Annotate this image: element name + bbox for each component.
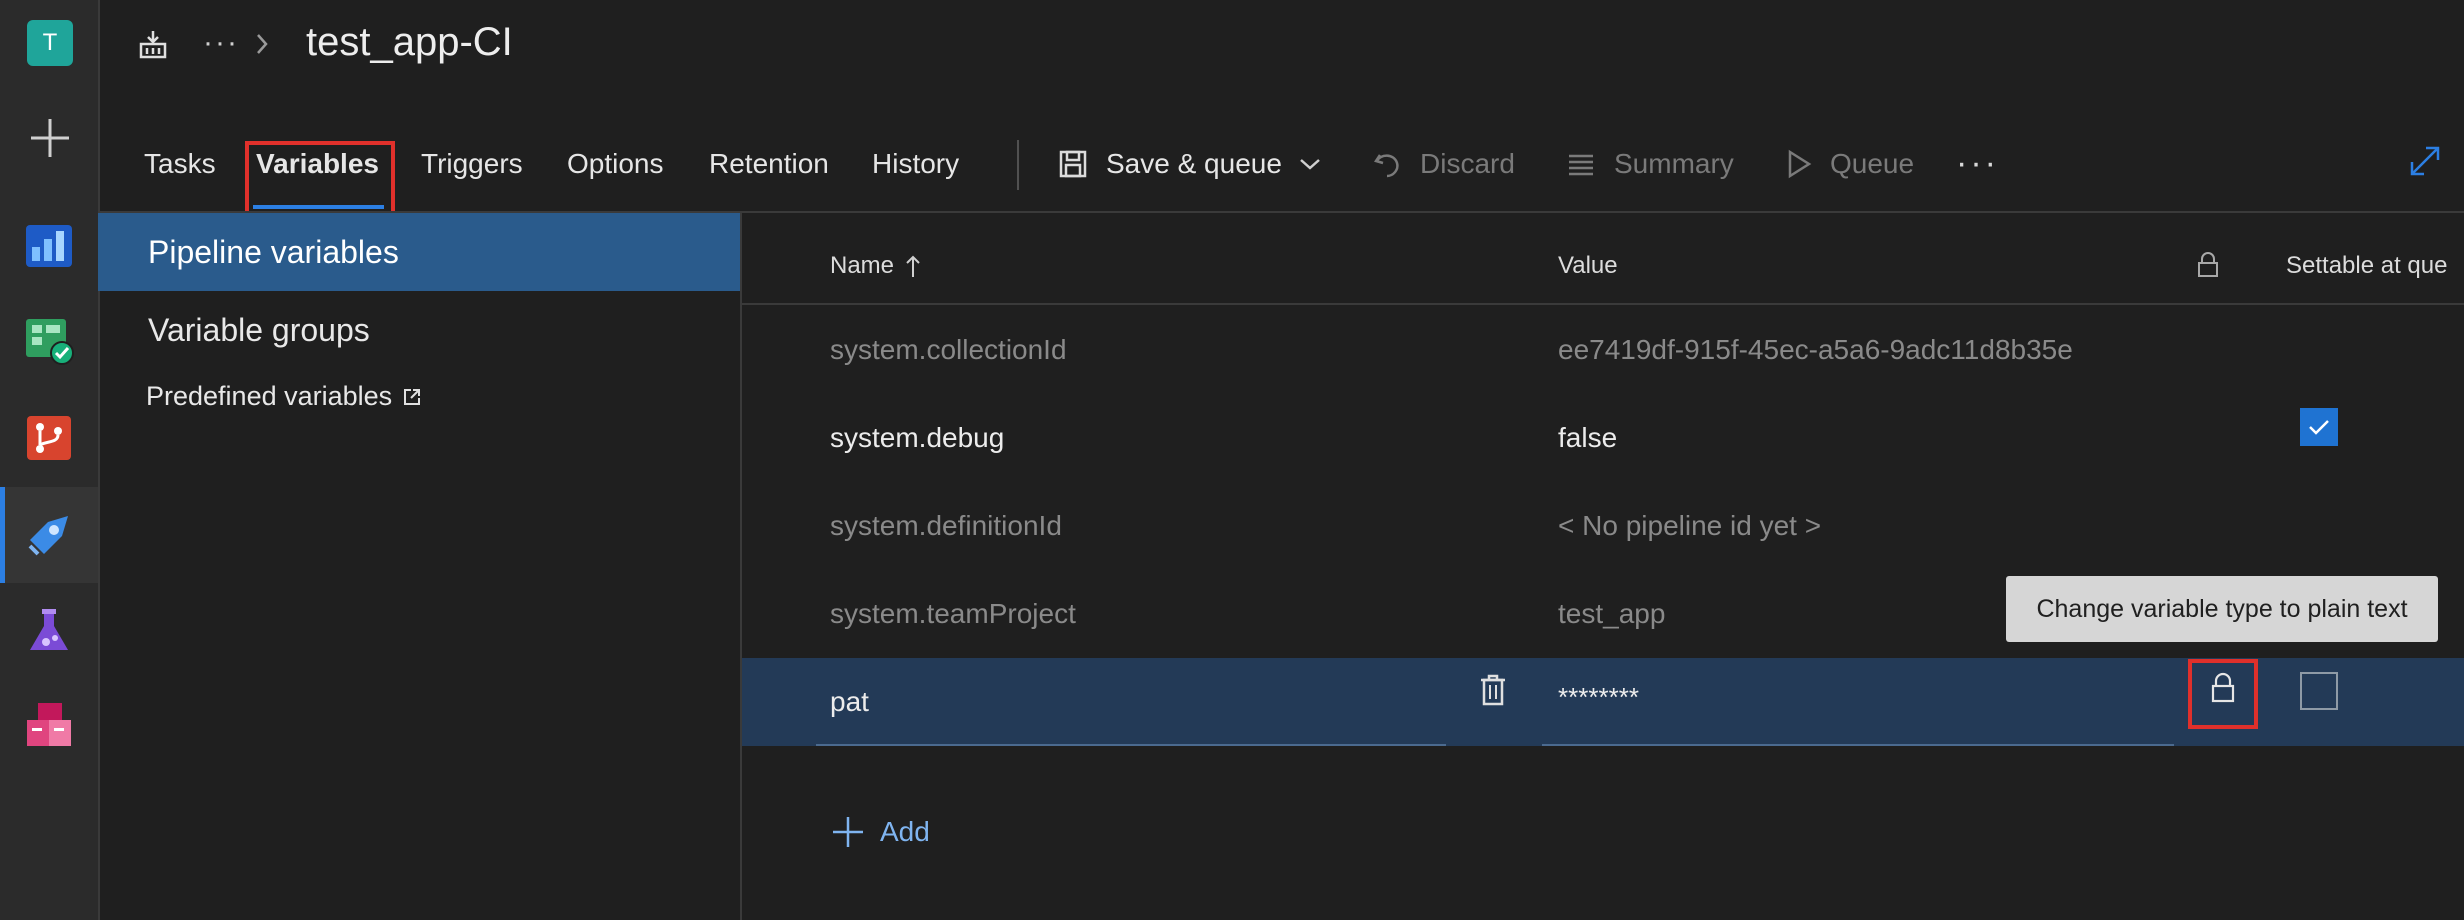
trash-icon[interactable] — [1478, 673, 1508, 707]
name-input-underline — [816, 744, 1446, 746]
save-queue-label: Save & queue — [1106, 148, 1282, 179]
row-value: < No pipeline id yet > — [1558, 510, 1822, 541]
column-header-settable: Settable at que — [2286, 252, 2448, 279]
predefined-variables-label: Predefined variables — [146, 381, 393, 411]
page-title: test_app-CI — [306, 20, 513, 64]
lock-tooltip: Change variable type to plain text — [2006, 576, 2438, 642]
chevron-right-icon — [257, 34, 268, 54]
row-value[interactable]: false — [1558, 422, 1617, 454]
nav-variable-groups-label: Variable groups — [148, 311, 370, 348]
tab-retention[interactable]: Retention — [709, 148, 829, 180]
discard-button[interactable]: Discard — [1372, 148, 1515, 180]
row-name: system.collectionId — [830, 334, 1067, 365]
boards-icon[interactable] — [0, 198, 98, 294]
pipelines-icon[interactable] — [0, 487, 98, 583]
settable-checkbox[interactable] — [2300, 672, 2338, 710]
play-icon — [1788, 149, 1812, 179]
lock-header-icon — [2198, 252, 2218, 277]
artifacts-icon[interactable] — [0, 677, 98, 773]
test-plans-flask-icon[interactable] — [0, 583, 98, 679]
summary-label: Summary — [1614, 148, 1734, 179]
nav-variable-groups[interactable]: Variable groups — [98, 291, 740, 369]
repos-icon[interactable] — [0, 390, 98, 486]
external-link-icon — [404, 388, 421, 405]
nav-pipeline-variables[interactable]: Pipeline variables — [98, 213, 740, 291]
plus-icon[interactable] — [25, 113, 75, 163]
predefined-variables-link[interactable]: Predefined variables — [146, 381, 422, 412]
expand-icon[interactable] — [2408, 144, 2442, 178]
more-actions-button[interactable]: ··· — [1956, 144, 1999, 183]
discard-label: Discard — [1420, 148, 1515, 179]
tab-options[interactable]: Options — [567, 148, 664, 180]
tab-triggers[interactable]: Triggers — [421, 148, 523, 180]
add-label: Add — [880, 816, 930, 847]
lock-highlight — [2188, 659, 2258, 729]
row-name: system.teamProject — [830, 598, 1076, 629]
summary-button[interactable]: Summary — [1566, 148, 1734, 180]
plus-icon — [833, 817, 863, 847]
header-divider — [742, 303, 2464, 305]
column-header-name-label: Name — [830, 252, 895, 279]
settable-checkbox[interactable] — [2300, 408, 2338, 446]
row-value: ee7419df-915f-45ec-a5a6-9adc11d8b35e — [1558, 334, 2073, 365]
save-icon — [1059, 150, 1087, 178]
undo-icon — [1374, 154, 1399, 178]
value-input-underline — [1542, 744, 2174, 746]
save-queue-button[interactable]: Save & queue — [1058, 148, 1322, 180]
row-name[interactable]: system.debug — [830, 422, 1004, 454]
queue-label: Queue — [1830, 148, 1915, 179]
row-name: system.definitionId — [830, 510, 1062, 541]
chevron-down-icon[interactable] — [1298, 156, 1322, 172]
nav-pipeline-variables-label: Pipeline variables — [148, 233, 399, 270]
tab-history[interactable]: History — [872, 148, 959, 180]
checkmark-icon — [2309, 420, 2329, 435]
toolbar-separator — [1017, 140, 1019, 190]
org-avatar[interactable]: T — [27, 20, 73, 66]
row-value: test_app — [1558, 598, 1666, 629]
column-header-name[interactable]: Name — [830, 252, 922, 280]
variables-nav-panel: Pipeline variables Variable groups Prede… — [98, 213, 742, 920]
column-header-value: Value — [1558, 252, 1618, 279]
breadcrumb-more-button[interactable]: ··· — [203, 26, 239, 60]
sort-ascending-icon — [906, 255, 920, 277]
test-plans-check-icon[interactable] — [0, 292, 98, 388]
tab-tasks[interactable]: Tasks — [144, 148, 216, 180]
list-icon — [1569, 154, 1593, 176]
variable-value-input[interactable]: ******** — [1558, 682, 1639, 713]
queue-button[interactable]: Queue — [1786, 148, 1914, 180]
app-rail: T — [0, 0, 100, 920]
variable-name-input[interactable]: pat — [830, 686, 869, 718]
build-pipeline-icon — [139, 31, 167, 59]
variables-tab-highlight — [245, 141, 395, 215]
add-variable-button[interactable]: Add — [830, 814, 930, 850]
